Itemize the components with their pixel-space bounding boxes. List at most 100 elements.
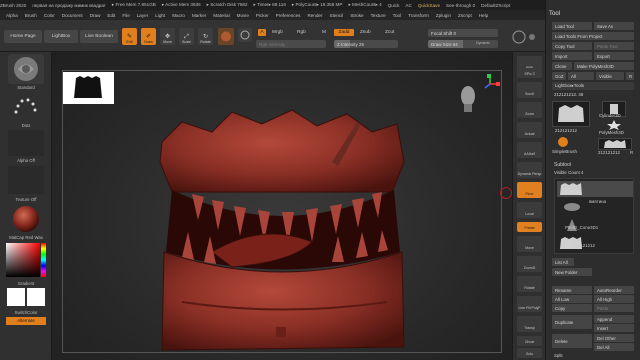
zsub-toggle[interactable]: Zsub xyxy=(360,30,371,35)
menu-material[interactable]: Material xyxy=(213,13,229,18)
copy-tool-button[interactable]: Copy Tool xyxy=(552,42,592,50)
visible-button[interactable]: Visible xyxy=(596,72,624,80)
scale-button[interactable]: ⤢ Scale xyxy=(179,28,194,45)
menu-layer[interactable]: Layer xyxy=(137,13,149,18)
list-all-button[interactable]: List All xyxy=(552,258,574,266)
insert-button[interactable]: Insert xyxy=(594,324,634,332)
title-quick[interactable]: Quick xyxy=(388,3,400,8)
material-swatch-button[interactable] xyxy=(218,28,234,45)
menu-render[interactable]: Render xyxy=(307,13,322,18)
menu-edit[interactable]: Edit xyxy=(107,13,115,18)
menu-alpha[interactable]: Alpha xyxy=(6,13,18,18)
del-other-button[interactable]: Del Other xyxy=(594,334,634,342)
polyf-button[interactable]: Line Fill PolyF xyxy=(517,296,542,312)
mrgb-toggle[interactable]: Mrgb xyxy=(272,30,283,35)
secondary-color-swatch[interactable] xyxy=(27,288,45,306)
home-page-button[interactable]: Home Page xyxy=(4,30,42,43)
paste-button[interactable]: Paste xyxy=(594,304,634,312)
menu-tool[interactable]: Tool xyxy=(393,13,401,18)
ghost-button[interactable]: Ghost xyxy=(517,336,542,346)
z-intensity-slider[interactable]: Z Intensity 25 xyxy=(334,40,398,48)
menu-macro[interactable]: Macro xyxy=(172,13,185,18)
menu-help[interactable]: Help xyxy=(479,13,488,18)
goz-button[interactable]: GoZ xyxy=(552,72,566,80)
hue-strip[interactable] xyxy=(41,243,46,277)
rgb-intensity-slider[interactable]: Rgb Intensity xyxy=(256,40,326,48)
rgb-toggle[interactable]: Rgb xyxy=(297,30,306,35)
actual-button[interactable]: Actual xyxy=(517,122,542,138)
focal-shift-slider[interactable]: Focal Shift 0 xyxy=(428,29,498,37)
menu-marker[interactable]: Marker xyxy=(192,13,206,18)
menu-brush[interactable]: Brush xyxy=(25,13,37,18)
rotate-view-button[interactable]: Rotate xyxy=(517,276,542,292)
split-header[interactable]: Split xyxy=(554,353,563,358)
switch-color-button[interactable]: SwitchColor xyxy=(3,310,49,315)
rotate-button[interactable]: ↻ Rotate xyxy=(198,28,213,45)
del-all-button[interactable]: Del All xyxy=(594,343,634,351)
zadd-toggle[interactable]: Zadd xyxy=(334,29,354,36)
menu-color[interactable]: Color xyxy=(44,13,55,18)
brush-shortcut-button[interactable] xyxy=(238,28,252,42)
menu-document[interactable]: Document xyxy=(62,13,83,18)
quicksave-button[interactable]: QuickSave xyxy=(418,3,440,8)
load-tool-button[interactable]: Load Tool xyxy=(552,22,592,30)
zoomd-button[interactable]: ZoomD xyxy=(517,256,542,272)
r-button[interactable]: R xyxy=(626,72,634,80)
spix-button[interactable]: SPix 3 xyxy=(517,68,542,78)
navigation-gizmo[interactable] xyxy=(452,74,502,114)
subtool-item[interactable]: 212121212 xyxy=(557,235,633,251)
solo-button[interactable]: Solo xyxy=(517,348,542,358)
copy-button[interactable]: Copy xyxy=(552,304,592,312)
save-as-button[interactable]: Save As xyxy=(594,22,634,30)
zoom-button[interactable]: Zoom xyxy=(517,102,542,118)
tool-thumb-simplebrush[interactable] xyxy=(556,136,570,148)
live-boolean-button[interactable]: Live Boolean xyxy=(80,30,118,43)
delete-button[interactable]: Delete xyxy=(552,334,592,348)
lightbox-tools-button[interactable]: Lightbox▸Tools xyxy=(552,82,634,90)
draw-button[interactable]: ✐ Draw xyxy=(141,28,156,45)
append-button[interactable]: Append xyxy=(594,315,634,323)
subtool-item[interactable]: PM3D_Cone3D1 xyxy=(557,217,633,233)
lightbox-button[interactable]: LightBox xyxy=(44,30,78,43)
transp-button[interactable]: Transp xyxy=(517,316,542,332)
tool-thumb-main[interactable] xyxy=(552,101,590,127)
menu-picker[interactable]: Picker xyxy=(256,13,269,18)
new-folder-button[interactable]: New Folder xyxy=(552,268,592,276)
make-polymesh-button[interactable]: Make PolyMesh3D xyxy=(574,62,634,70)
all-button[interactable]: All xyxy=(568,72,594,80)
menu-preferences[interactable]: Preferences xyxy=(276,13,301,18)
main-color-swatch[interactable] xyxy=(7,288,25,306)
move-button[interactable]: ✥ Move xyxy=(160,28,175,45)
alternate-button[interactable]: Alternate xyxy=(6,317,46,325)
color-picker[interactable] xyxy=(6,243,40,277)
alpha-thumbnail[interactable] xyxy=(8,130,44,156)
persp-button[interactable]: Dynamic Persp xyxy=(517,162,542,178)
menu-zscript[interactable]: Zscript xyxy=(458,13,472,18)
title-ac[interactable]: AC xyxy=(405,3,411,8)
menu-zplugin[interactable]: Zplugin xyxy=(436,13,451,18)
menu-movie[interactable]: Movie xyxy=(237,13,249,18)
local-button[interactable]: Local xyxy=(517,202,542,218)
autoreorder-button[interactable]: AutoReorder xyxy=(594,286,634,294)
subtool-item[interactable]: вмятина xyxy=(557,199,633,215)
menu-draw[interactable]: Draw xyxy=(90,13,101,18)
m-toggle[interactable]: M xyxy=(322,30,326,35)
menu-stencil[interactable]: Stencil xyxy=(330,13,344,18)
material-thumbnail[interactable] xyxy=(8,204,44,234)
canvas-viewport[interactable] xyxy=(52,52,512,360)
tool-thumb-polymesh[interactable] xyxy=(602,120,626,130)
all-low-button[interactable]: All Low xyxy=(552,295,592,303)
all-high-button[interactable]: All High xyxy=(594,295,634,303)
clone-button[interactable]: Clone xyxy=(552,62,572,70)
frame-button[interactable]: Frame xyxy=(517,222,542,232)
zcut-toggle[interactable]: Zcut xyxy=(385,30,394,35)
edit-button[interactable]: ✎ Edit xyxy=(122,28,137,45)
see-through-slider[interactable]: See-through 0 xyxy=(446,3,475,8)
menu-texture[interactable]: Texture xyxy=(371,13,386,18)
tool-thumb-secondary[interactable] xyxy=(598,138,632,150)
menu-file[interactable]: File xyxy=(122,13,129,18)
floor-button[interactable]: Floor xyxy=(517,182,542,198)
subtool-item-active[interactable] xyxy=(557,181,633,197)
a-toggle[interactable]: A xyxy=(258,29,266,36)
visible-count-slider[interactable]: Visible Count 4 xyxy=(554,170,583,175)
